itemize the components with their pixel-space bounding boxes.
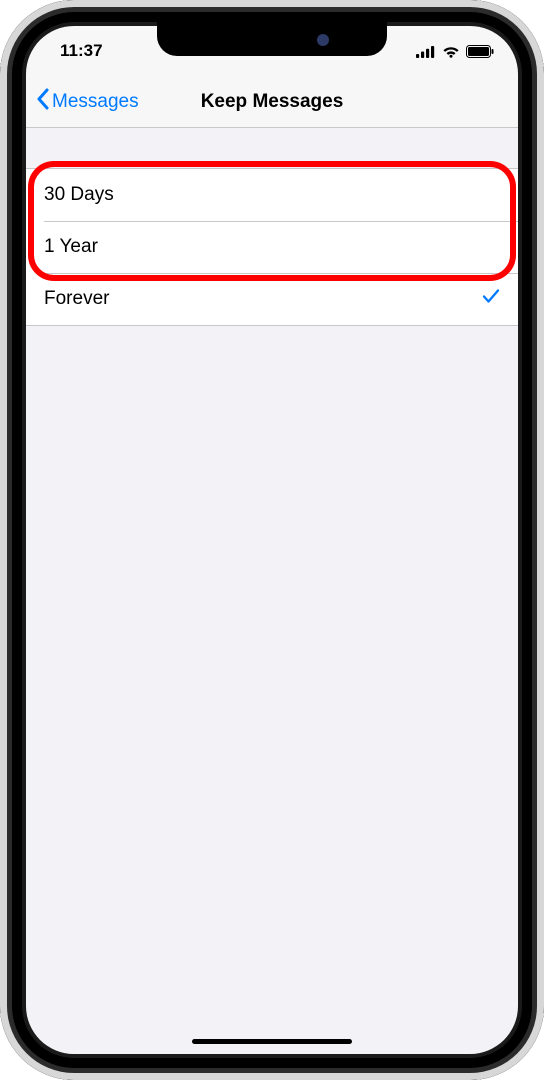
mute-switch bbox=[0, 155, 4, 197]
option-30-days[interactable]: 30 Days bbox=[26, 169, 518, 221]
notch bbox=[157, 22, 387, 56]
volume-down-button bbox=[0, 320, 4, 390]
chevron-left-icon bbox=[36, 88, 49, 116]
battery-icon bbox=[466, 45, 494, 58]
option-label: Forever bbox=[44, 288, 109, 310]
side-button bbox=[540, 245, 544, 355]
back-label: Messages bbox=[52, 91, 139, 113]
nav-bar: Messages Keep Messages bbox=[26, 76, 518, 128]
cellular-icon bbox=[416, 45, 436, 58]
status-time: 11:37 bbox=[60, 41, 103, 61]
page-title: Keep Messages bbox=[201, 91, 344, 113]
back-button[interactable]: Messages bbox=[36, 88, 139, 116]
options-list: 30 Days 1 Year Forever bbox=[26, 168, 518, 326]
volume-up-button bbox=[0, 230, 4, 300]
option-label: 30 Days bbox=[44, 184, 114, 206]
checkmark-icon bbox=[482, 288, 500, 310]
option-forever[interactable]: Forever bbox=[26, 273, 518, 325]
screen: 11:37 bbox=[26, 26, 518, 1054]
option-label: 1 Year bbox=[44, 236, 98, 258]
option-1-year[interactable]: 1 Year bbox=[26, 221, 518, 273]
wifi-icon bbox=[442, 45, 460, 58]
home-indicator[interactable] bbox=[192, 1039, 352, 1044]
status-icons bbox=[416, 45, 494, 58]
